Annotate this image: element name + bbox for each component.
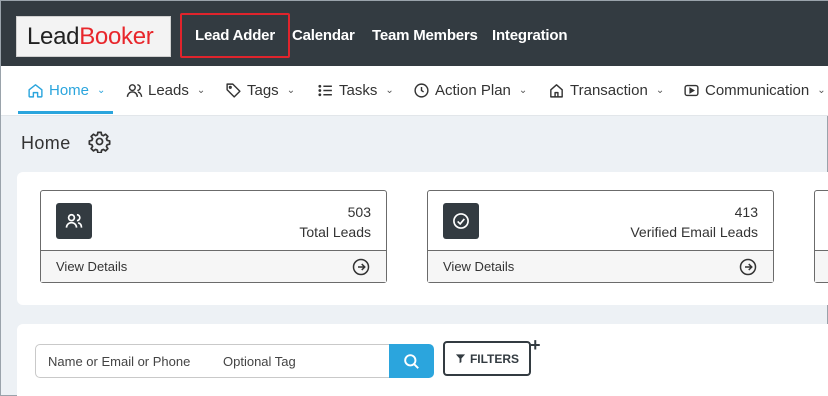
subnav-transaction-label: Transaction (570, 82, 648, 99)
chevron-down-icon: ⌄ (385, 85, 394, 96)
filters-label: FILTERS (469, 351, 520, 366)
stat-card-total-leads: 503 Total Leads View Details (40, 190, 387, 283)
filters-button[interactable]: FILTERS (443, 341, 531, 376)
view-details-link[interactable]: View Details (443, 259, 514, 274)
active-tab-indicator (18, 111, 113, 114)
chevron-down-icon: ⌄ (286, 85, 296, 96)
subnav-communication[interactable]: Communication ⌄ (683, 82, 826, 99)
subnav-communication-label: Communication (705, 82, 810, 99)
topnav-integration[interactable]: Integration (492, 27, 568, 44)
subnav-action-plan[interactable]: Action Plan ⌄ (413, 82, 527, 99)
check-circle-icon (443, 203, 479, 239)
leadbooker-logo[interactable]: LeadBooker (16, 16, 171, 57)
arrow-right-circle-icon[interactable] (352, 258, 370, 276)
stat-card-footer[interactable]: View Details (428, 250, 773, 282)
home-icon (27, 82, 44, 99)
subnav-tasks-label: Tasks (339, 82, 378, 99)
gear-icon[interactable] (88, 130, 111, 154)
subnav-tags[interactable]: Tags ⌄ (225, 82, 295, 99)
chevron-down-icon: ⌄ (196, 85, 206, 96)
subnav-tasks[interactable]: Tasks ⌄ (317, 82, 394, 99)
topnav-calendar[interactable]: Calendar (292, 27, 355, 44)
sub-navbar: Home ⌄ Leads ⌄ Tags ⌄ Tasks ⌄ Action Pla… (1, 66, 828, 116)
optional-tag-input[interactable] (213, 344, 391, 378)
subnav-transaction[interactable]: Transaction ⌄ (548, 82, 664, 99)
name-email-phone-input[interactable] (35, 344, 215, 378)
stat-card-footer[interactable]: View Details (41, 250, 386, 282)
stat-label: Total Leads (299, 224, 371, 240)
topnav-team-members[interactable]: Team Members (372, 27, 478, 44)
house-icon (548, 82, 565, 99)
clock-icon (413, 82, 430, 99)
subnav-tags-label: Tags (247, 82, 279, 99)
page-title: Home (21, 133, 71, 153)
topnav-lead-adder[interactable]: Lead Adder (195, 27, 275, 44)
logo-text-lead: Lead (27, 23, 80, 50)
chevron-down-icon: ⌄ (518, 85, 528, 96)
users-icon (126, 82, 143, 99)
subnav-action-plan-label: Action Plan (435, 82, 511, 99)
stat-card-footer (815, 250, 828, 282)
search-button[interactable] (389, 344, 434, 378)
filter-icon (455, 353, 466, 364)
chevron-down-icon: ⌄ (655, 85, 665, 96)
view-details-link[interactable]: View Details (56, 259, 127, 274)
list-icon (317, 82, 334, 99)
tag-icon (225, 82, 242, 99)
users-icon (56, 203, 92, 239)
add-filter-plus-icon[interactable]: + (530, 336, 541, 354)
chevron-down-icon: ⌄ (817, 85, 826, 96)
stat-value: 413 (734, 204, 758, 220)
search-icon (402, 352, 421, 371)
logo-text-booker: Booker (79, 23, 154, 50)
stat-label: Verified Email Leads (630, 224, 758, 240)
chevron-down-icon: ⌄ (97, 85, 106, 96)
subnav-home-label: Home (49, 82, 90, 99)
video-icon (683, 82, 700, 99)
stat-card-verified-email-leads: 413 Verified Email Leads View Details (427, 190, 774, 283)
stat-card-partial (814, 190, 828, 283)
arrow-right-circle-icon[interactable] (739, 258, 757, 276)
subnav-leads-label: Leads (148, 82, 189, 99)
stat-value: 503 (347, 204, 371, 220)
subnav-home[interactable]: Home ⌄ (27, 82, 105, 99)
subnav-leads[interactable]: Leads ⌄ (126, 82, 205, 99)
